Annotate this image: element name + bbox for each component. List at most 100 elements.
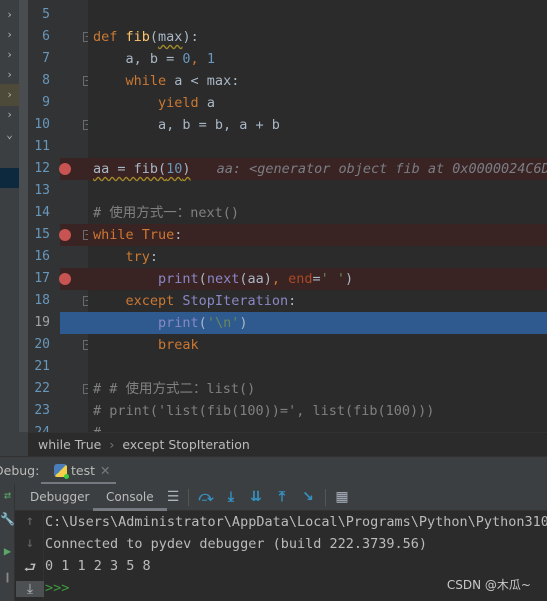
project-tree-scrollbar[interactable] — [19, 0, 28, 432]
code-line[interactable]: aa = fib(10) aa: <generator object fib at… — [88, 158, 547, 180]
line-number[interactable]: 12 — [28, 158, 88, 180]
code-line[interactable]: a, b = b, a + b — [88, 114, 547, 136]
line-number[interactable]: 15− — [28, 224, 92, 246]
code-line[interactable]: a, b = 0, 1 — [88, 48, 547, 70]
code-token: next — [206, 271, 240, 287]
code-line[interactable]: yield a — [88, 92, 547, 114]
code-token: : — [149, 249, 159, 265]
line-number[interactable]: 6− — [28, 26, 92, 48]
code-token: except — [125, 293, 183, 309]
code-line[interactable]: def fib(max): — [88, 26, 547, 48]
chevron-right-icon[interactable]: › — [0, 84, 19, 106]
line-number[interactable]: 13 — [28, 180, 88, 202]
line-number[interactable]: 17 — [28, 268, 88, 290]
step-over-icon[interactable]: ⤼ — [197, 484, 215, 511]
tab-debugger[interactable]: Debugger — [17, 484, 102, 511]
python-icon — [54, 464, 69, 479]
code-line[interactable]: except StopIteration: — [88, 290, 547, 312]
code-line[interactable]: # 使用方式一：next() — [88, 202, 547, 224]
selected-tree-item[interactable] — [0, 168, 19, 188]
code-token: while — [93, 227, 142, 243]
code-token: a, b = b, a + b — [93, 117, 280, 133]
code-line[interactable] — [88, 356, 547, 378]
chevron-right-icon[interactable]: › — [0, 24, 19, 46]
line-number[interactable]: 11 — [28, 136, 88, 158]
code-line[interactable]: while True: — [88, 224, 547, 246]
debug-session-tab[interactable]: test ✕ — [41, 457, 116, 485]
scroll-to-end-icon[interactable]: ⤓ — [16, 581, 44, 597]
console-side-toolbar: ↑ ↓ ⮐ ⤓ — [16, 511, 44, 601]
close-icon[interactable]: ✕ — [100, 463, 110, 478]
chevron-right-icon[interactable]: › — [0, 64, 19, 86]
chevron-right-icon[interactable]: › — [0, 4, 19, 26]
breakpoint-icon[interactable] — [59, 229, 71, 241]
threads-menu-icon[interactable]: ☰ — [164, 484, 182, 511]
line-number-text: 16 — [34, 249, 50, 264]
line-number[interactable]: 16 — [28, 246, 88, 268]
arrow-up-icon[interactable]: ↑ — [16, 513, 44, 529]
line-number[interactable]: 8− — [28, 70, 92, 92]
breadcrumb-item[interactable]: while True — [38, 437, 101, 452]
line-number-text: 13 — [34, 183, 50, 198]
chevron-right-icon[interactable]: › — [0, 44, 19, 66]
step-into-my-code-icon[interactable]: ⇊ — [247, 484, 265, 511]
pause-icon[interactable]: ❙ — [0, 570, 15, 584]
code-token: , — [271, 271, 289, 287]
line-number-text: 11 — [34, 139, 50, 154]
tab-console[interactable]: Console — [93, 484, 167, 511]
chevron-right-icon: › — [109, 437, 115, 452]
code-line[interactable] — [88, 136, 547, 158]
chevron-right-icon[interactable]: › — [0, 104, 19, 126]
line-number[interactable]: 22− — [28, 378, 92, 400]
line-number[interactable]: 5 — [28, 4, 88, 26]
line-number[interactable]: 10− — [28, 114, 92, 136]
rerun-icon[interactable]: ⇄ — [0, 488, 15, 502]
breadcrumb-item[interactable]: except StopIteration — [122, 437, 249, 452]
line-number[interactable]: 23 — [28, 400, 88, 422]
code-line[interactable] — [88, 180, 547, 202]
run-to-cursor-icon[interactable]: ↘ — [299, 484, 317, 511]
line-number[interactable]: 7 — [28, 48, 88, 70]
console-line: Connected to pydev debugger (build 222.3… — [45, 536, 428, 552]
code-token: (aa) — [239, 271, 272, 287]
breakpoint-icon[interactable] — [59, 163, 71, 175]
arrow-down-icon[interactable]: ↓ — [16, 535, 44, 551]
line-number-text: 9 — [42, 95, 50, 110]
line-number[interactable]: 18− — [28, 290, 92, 312]
chevron-down-icon[interactable]: ⌄ — [0, 124, 19, 146]
code-token: : — [288, 293, 297, 309]
code-line[interactable]: break — [88, 334, 547, 356]
step-into-icon[interactable]: ⤓ — [222, 484, 240, 511]
line-number[interactable]: 21 — [28, 356, 88, 378]
code-line[interactable]: print(next(aa), end=' ') — [88, 268, 547, 290]
line-number-text: 6 — [42, 29, 50, 44]
step-out-icon[interactable]: ⤒ — [273, 484, 291, 511]
line-number-text: 21 — [34, 359, 50, 374]
code-token: ( — [198, 271, 207, 287]
code-line[interactable]: print('\n') — [88, 312, 547, 334]
resume-icon[interactable]: ▶ — [0, 544, 15, 558]
code-token: # # 使用方式二：list() — [93, 381, 256, 397]
code-line[interactable]: # # 使用方式二：list() — [88, 378, 547, 400]
code-line[interactable] — [88, 4, 547, 26]
code-token: aa = fib( — [93, 161, 167, 177]
code-token: ( — [198, 315, 207, 331]
code-line[interactable]: try: — [88, 246, 547, 268]
soft-wrap-icon[interactable]: ⮐ — [16, 557, 44, 581]
breakpoint-icon[interactable] — [59, 273, 71, 285]
line-number[interactable]: 19 — [28, 312, 88, 334]
line-number-text: 20 — [34, 337, 50, 352]
code-editor[interactable]: def fib(max): a, b = 0, 1 while a < max:… — [88, 0, 547, 432]
breadcrumb: while True › except StopIteration — [28, 432, 547, 456]
line-number[interactable]: 14 — [28, 202, 88, 224]
line-number[interactable]: 9 — [28, 92, 88, 114]
wrench-icon[interactable]: 🔧 — [0, 512, 15, 526]
line-number[interactable]: 20− — [28, 334, 92, 356]
evaluate-expression-icon[interactable]: ▦ — [333, 484, 351, 511]
code-line[interactable]: # — [88, 422, 547, 432]
code-token: a < max: — [174, 73, 240, 89]
code-line[interactable]: while a < max: — [88, 70, 547, 92]
code-line[interactable]: # print('list(fib(100))=', list(fib(100)… — [88, 400, 547, 422]
